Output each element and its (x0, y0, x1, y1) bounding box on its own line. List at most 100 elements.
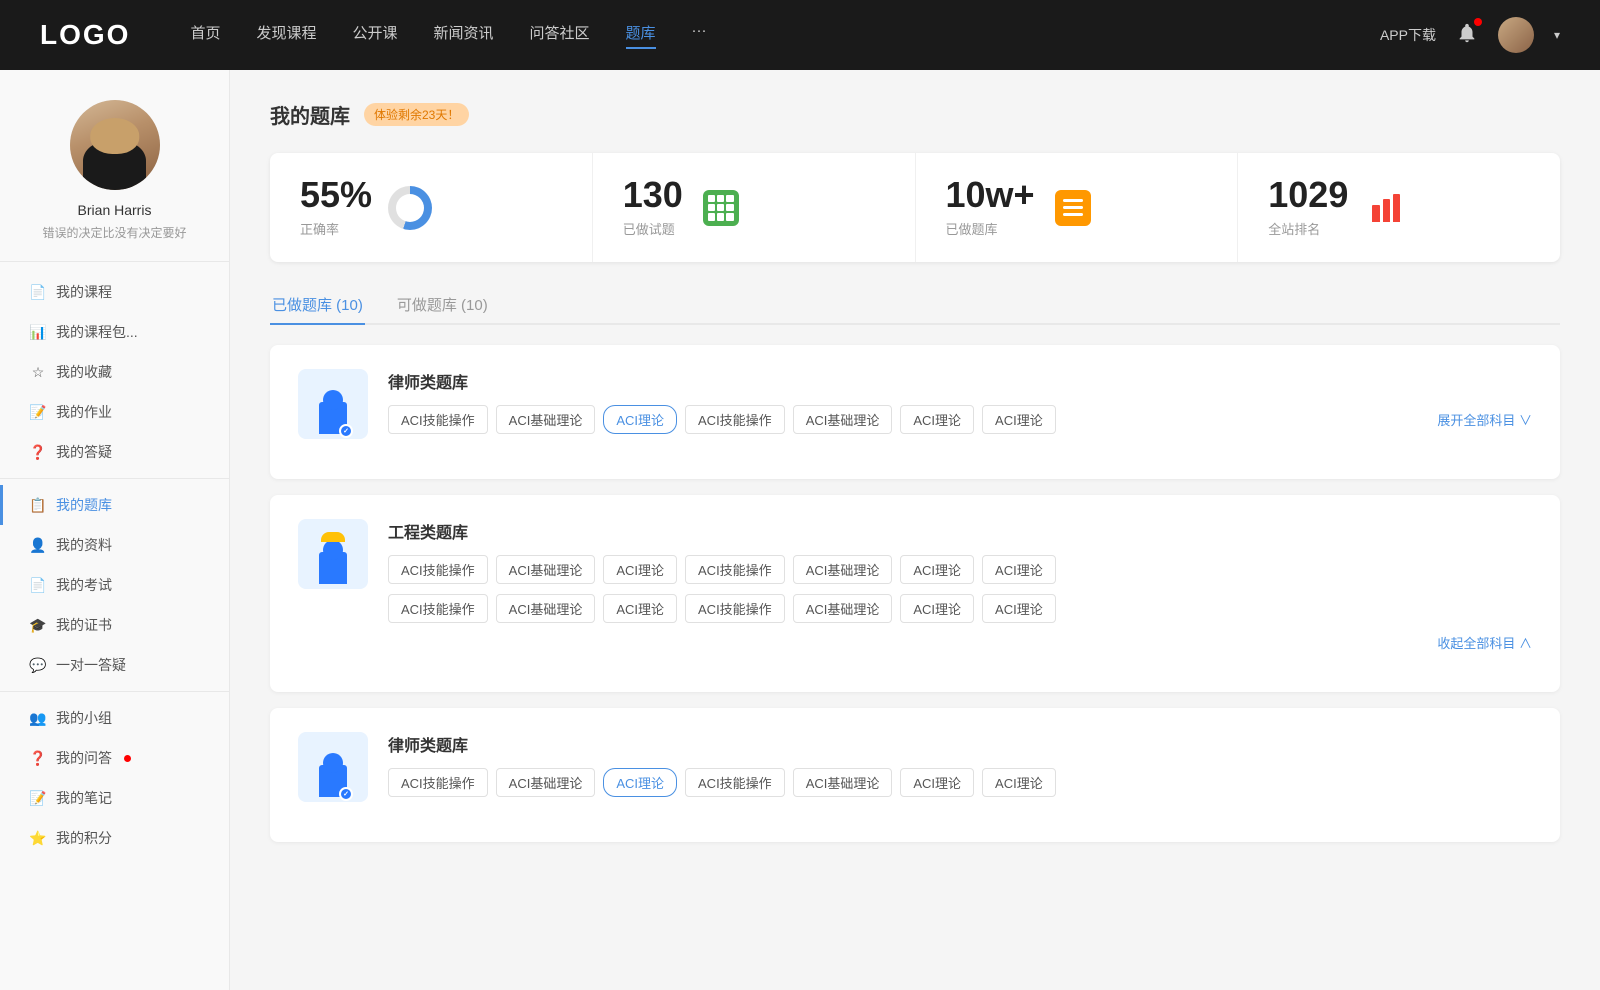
sidebar-item-qa[interactable]: ❓ 我的答疑 (0, 432, 229, 472)
sidebar-item-groups[interactable]: 👥 我的小组 (0, 698, 229, 738)
sidebar-item-one-on-one[interactable]: 💬 一对一答疑 (0, 645, 229, 685)
stat-accuracy-label: 正确率 (300, 219, 372, 238)
nav-open-course[interactable]: 公开课 (352, 22, 397, 49)
tag-2-5[interactable]: ACI基础理论 (793, 555, 893, 584)
nav-links: 首页 发现课程 公开课 新闻资讯 问答社区 题库 ··· (190, 22, 1380, 49)
qbank-card-lawyer-1: ✓ 律师类题库 ACI技能操作 ACI基础理论 ACI理论 ACI技能操作 AC… (270, 345, 1560, 479)
tag-2-3[interactable]: ACI理论 (603, 555, 677, 584)
menu-divider-1 (0, 478, 229, 479)
page-wrapper: Brian Harris 错误的决定比没有决定要好 📄 我的课程 📊 我的课程包… (0, 70, 1600, 990)
user-dropdown-arrow[interactable]: ▾ (1554, 28, 1560, 42)
tag-3-7[interactable]: ACI理论 (982, 768, 1056, 797)
tag-3-3[interactable]: ACI理论 (603, 768, 677, 797)
sidebar-item-my-qa[interactable]: ❓ 我的问答 (0, 738, 229, 778)
tag-2-6[interactable]: ACI理论 (900, 555, 974, 584)
tag-3-1[interactable]: ACI技能操作 (388, 768, 488, 797)
tag-2-4[interactable]: ACI技能操作 (685, 555, 785, 584)
qa-icon: ❓ (30, 444, 46, 460)
tag-1-1[interactable]: ACI技能操作 (388, 405, 488, 434)
tag-3-6[interactable]: ACI理论 (900, 768, 974, 797)
tag-1-7[interactable]: ACI理论 (982, 405, 1056, 434)
accuracy-chart-icon (388, 186, 432, 230)
homework-icon: 📝 (30, 404, 46, 420)
stat-questions-done: 130 已做试题 (593, 153, 916, 262)
tag-2-13[interactable]: ACI理论 (900, 594, 974, 623)
tag-1-2[interactable]: ACI基础理论 (496, 405, 596, 434)
avatar-face (70, 100, 160, 190)
sidebar-item-exam[interactable]: 📄 我的考试 (0, 565, 229, 605)
sidebar-item-favorites[interactable]: ☆ 我的收藏 (0, 352, 229, 392)
user-avatar-nav[interactable] (1498, 17, 1534, 53)
stat-banks-value: 10w+ (946, 177, 1035, 213)
list-icon (1055, 190, 1091, 226)
sidebar-item-points[interactable]: ⭐ 我的积分 (0, 818, 229, 858)
sidebar-item-question-bank[interactable]: 📋 我的题库 (0, 485, 229, 525)
tab-available-banks[interactable]: 可做题库 (10) (395, 286, 490, 323)
my-qa-icon: ❓ (30, 750, 46, 766)
sidebar-menu: 📄 我的课程 📊 我的课程包... ☆ 我的收藏 📝 我的作业 ❓ 我的答疑 � (0, 272, 229, 858)
app-download-btn[interactable]: APP下载 (1380, 25, 1436, 45)
tag-2-11[interactable]: ACI技能操作 (685, 594, 785, 623)
notes-icon: 📝 (30, 790, 46, 806)
page-title: 我的题库 (270, 100, 350, 129)
engineer-icon (303, 524, 363, 584)
stat-rank-value: 1029 (1268, 177, 1348, 213)
user-motto: 错误的决定比没有决定要好 (20, 224, 209, 241)
navbar-right: APP下载 ▾ (1380, 17, 1560, 53)
sidebar-item-certificate[interactable]: 🎓 我的证书 (0, 605, 229, 645)
collapse-link-2[interactable]: 收起全部科目 ∧ (388, 633, 1532, 652)
engineer-icon-wrap (298, 519, 368, 589)
tag-1-5[interactable]: ACI基础理论 (793, 405, 893, 434)
profile-icon: 👤 (30, 537, 46, 553)
navbar: LOGO 首页 发现课程 公开课 新闻资讯 问答社区 题库 ··· APP下载 … (0, 0, 1600, 70)
sidebar-profile: Brian Harris 错误的决定比没有决定要好 (0, 100, 229, 262)
tag-1-6[interactable]: ACI理论 (900, 405, 974, 434)
sidebar-item-courses[interactable]: 📄 我的课程 (0, 272, 229, 312)
grid-icon (703, 190, 739, 226)
tag-2-2[interactable]: ACI基础理论 (496, 555, 596, 584)
notification-bell[interactable] (1456, 22, 1478, 49)
nav-discover[interactable]: 发现课程 (256, 22, 316, 49)
stat-rank: 1029 全站排名 (1238, 153, 1560, 262)
tag-2-1[interactable]: ACI技能操作 (388, 555, 488, 584)
tag-3-2[interactable]: ACI基础理论 (496, 768, 596, 797)
expand-link-1[interactable]: 展开全部科目 ∨ (1437, 410, 1532, 429)
qbank-title-1: 律师类题库 (388, 369, 1532, 393)
tag-2-9[interactable]: ACI基础理论 (496, 594, 596, 623)
tag-3-4[interactable]: ACI技能操作 (685, 768, 785, 797)
bar-chart-icon (1368, 190, 1404, 226)
sidebar-item-homework[interactable]: 📝 我的作业 (0, 392, 229, 432)
qbank-card-engineer: 工程类题库 ACI技能操作 ACI基础理论 ACI理论 ACI技能操作 ACI基… (270, 495, 1560, 692)
tab-done-banks[interactable]: 已做题库 (10) (270, 286, 365, 323)
tag-2-10[interactable]: ACI理论 (603, 594, 677, 623)
tag-1-3[interactable]: ACI理论 (603, 405, 677, 434)
lawyer-icon-wrap-2: ✓ (298, 732, 368, 802)
groups-icon: 👥 (30, 710, 46, 726)
nav-more[interactable]: ··· (692, 22, 707, 49)
stat-accuracy-value: 55% (300, 177, 372, 213)
stat-questions-value: 130 (623, 177, 683, 213)
menu-divider-2 (0, 691, 229, 692)
tag-2-8[interactable]: ACI技能操作 (388, 594, 488, 623)
exam-icon: 📄 (30, 577, 46, 593)
sidebar-item-notes[interactable]: 📝 我的笔记 (0, 778, 229, 818)
tag-2-14[interactable]: ACI理论 (982, 594, 1056, 623)
avatar-image (1498, 17, 1534, 53)
tag-2-12[interactable]: ACI基础理论 (793, 594, 893, 623)
tag-1-4[interactable]: ACI技能操作 (685, 405, 785, 434)
nav-news[interactable]: 新闻资讯 (434, 22, 494, 49)
sidebar-item-course-packages[interactable]: 📊 我的课程包... (0, 312, 229, 352)
qbank-header-2: 工程类题库 ACI技能操作 ACI基础理论 ACI理论 ACI技能操作 ACI基… (298, 519, 1532, 652)
logo: LOGO (40, 19, 130, 51)
qbank-icon: 📋 (30, 497, 46, 513)
nav-home[interactable]: 首页 (190, 22, 220, 49)
nav-question-bank[interactable]: 题库 (626, 22, 656, 49)
cert-icon: 🎓 (30, 617, 46, 633)
tag-2-7[interactable]: ACI理论 (982, 555, 1056, 584)
sidebar-item-profile[interactable]: 👤 我的资料 (0, 525, 229, 565)
tag-3-5[interactable]: ACI基础理论 (793, 768, 893, 797)
nav-qa[interactable]: 问答社区 (530, 22, 590, 49)
banks-list-icon (1051, 186, 1095, 230)
tabs-row: 已做题库 (10) 可做题库 (10) (270, 286, 1560, 325)
page-header: 我的题库 体验剩余23天！ (270, 100, 1560, 129)
